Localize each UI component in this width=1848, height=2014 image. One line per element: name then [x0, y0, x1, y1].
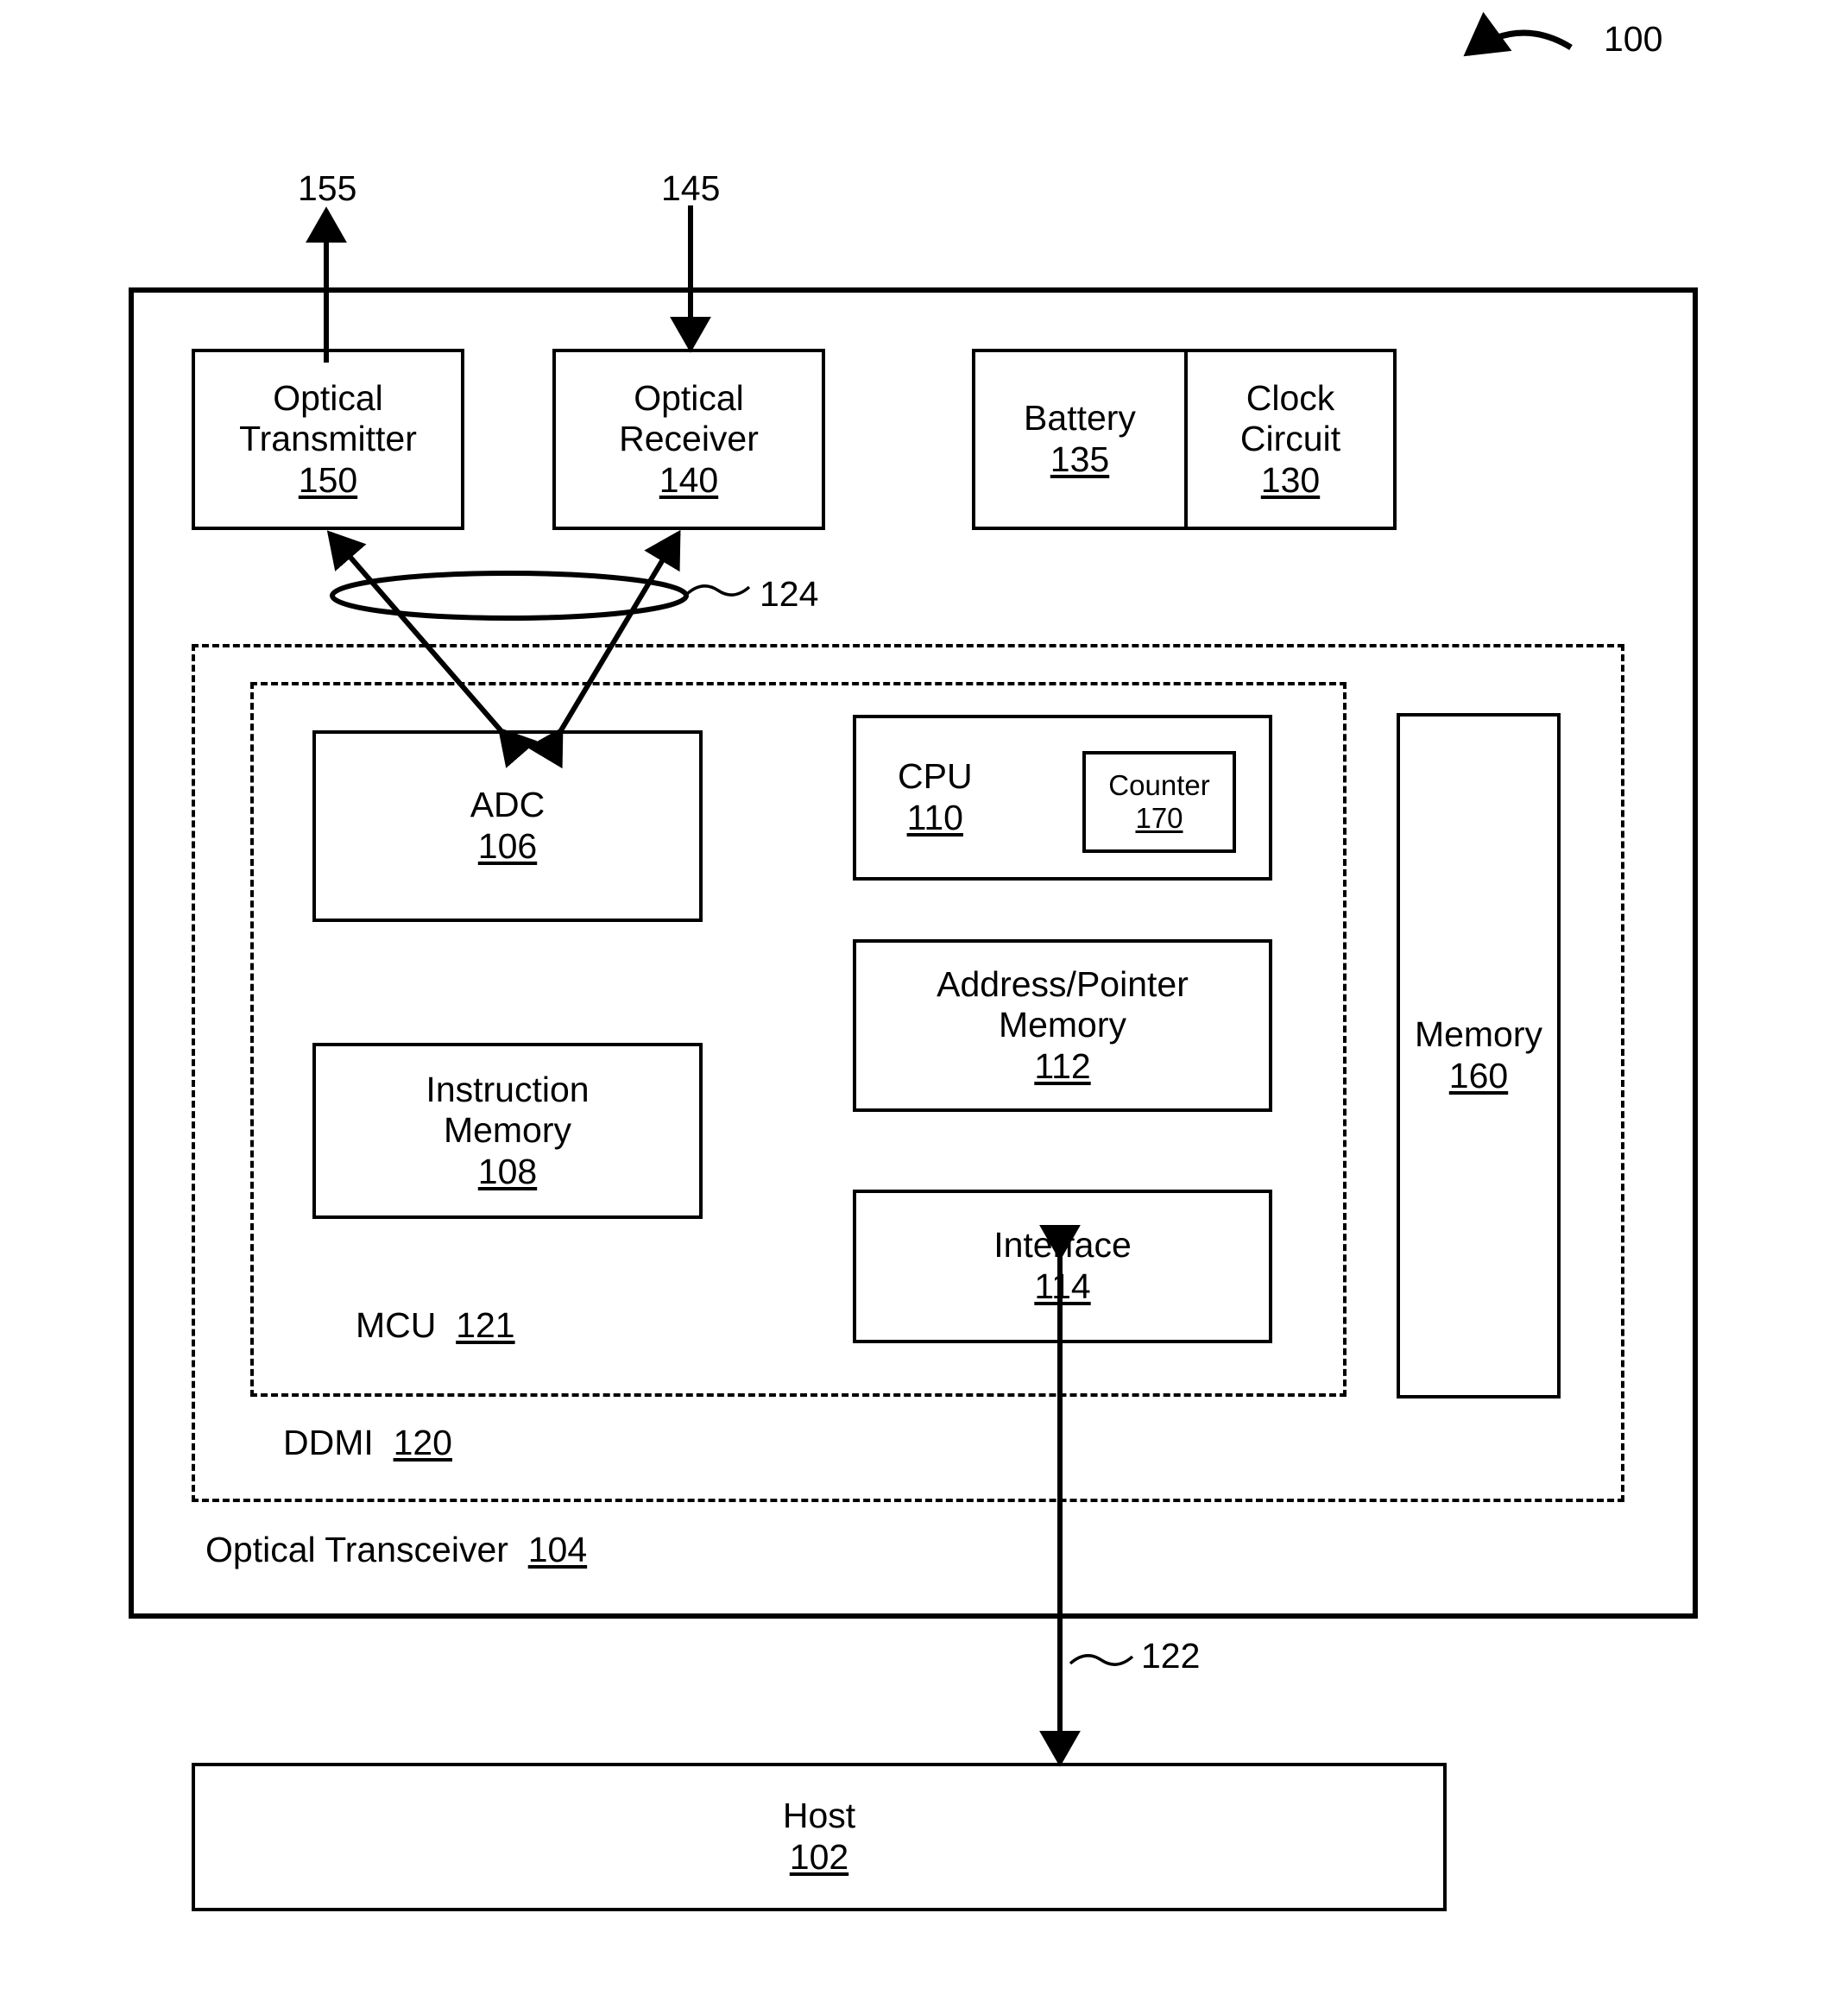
ref-122-label: 122	[1141, 1636, 1201, 1676]
address-pointer-memory-line2: Memory	[998, 1005, 1127, 1045]
address-pointer-memory-line1: Address/Pointer	[937, 963, 1189, 1004]
counter-label: Counter	[1108, 768, 1210, 801]
clock-circuit-line1: Clock	[1246, 377, 1335, 418]
cpu-label: CPU	[898, 756, 973, 797]
clock-circuit-number: 130	[1260, 459, 1321, 500]
ref-124-label: 124	[760, 574, 819, 614]
adc-label: ADC	[470, 785, 546, 825]
interface-block[interactable]: Interface 114	[853, 1190, 1272, 1343]
figure-ref-arrow	[1463, 11, 1573, 57]
address-pointer-memory-number: 112	[1034, 1045, 1091, 1086]
counter-block[interactable]: Counter 170	[1082, 751, 1236, 853]
host-number: 102	[789, 1837, 849, 1877]
figure-ref-number: 100	[1604, 19, 1663, 59]
battery-number: 135	[1050, 439, 1110, 479]
ref-124-leader	[685, 584, 751, 597]
interface-number: 114	[1034, 1266, 1091, 1306]
optical-transceiver-label: Optical Transceiver 104	[205, 1530, 587, 1570]
counter-number: 170	[1135, 802, 1183, 834]
clock-circuit-block[interactable]: Clock Circuit 130	[1184, 349, 1397, 530]
optical-transmitter-line1: Optical	[273, 377, 383, 418]
battery-label: Battery	[1024, 398, 1136, 439]
optical-transceiver-label-number: 104	[527, 1530, 588, 1569]
address-pointer-memory-block[interactable]: Address/Pointer Memory 112	[853, 939, 1272, 1112]
instruction-memory-line1: Instruction	[426, 1069, 590, 1109]
ref-122-leader	[1069, 1654, 1134, 1666]
optical-receiver-line1: Optical	[634, 377, 744, 418]
host-label: Host	[782, 1796, 856, 1836]
optical-receiver-number: 140	[659, 459, 719, 500]
optical-link-ellipse	[330, 571, 689, 621]
adc-number: 106	[477, 826, 538, 866]
instruction-memory-block[interactable]: Instruction Memory 108	[312, 1043, 703, 1219]
patent-figure: 100 155 145 124 122 MCU 121 DDMI 120 Opt…	[0, 0, 1848, 2014]
optical-transceiver-label-text: Optical Transceiver	[205, 1530, 508, 1569]
adc-block[interactable]: ADC 106	[312, 730, 703, 922]
instruction-memory-number: 108	[477, 1151, 538, 1191]
cpu-text-group: CPU 110	[898, 756, 973, 838]
optical-transmitter-number: 150	[298, 459, 358, 500]
mcu-label: MCU 121	[356, 1305, 515, 1346]
optical-receiver-block[interactable]: Optical Receiver 140	[552, 349, 825, 530]
host-block[interactable]: Host 102	[192, 1763, 1447, 1911]
ddmi-label-text: DDMI	[283, 1423, 374, 1462]
cpu-number: 110	[906, 798, 963, 837]
memory-block[interactable]: Memory 160	[1397, 713, 1561, 1398]
clock-circuit-line2: Circuit	[1239, 419, 1341, 459]
optical-transmitter-block[interactable]: Optical Transmitter 150	[192, 349, 464, 530]
instruction-memory-line2: Memory	[443, 1110, 572, 1151]
ref-155-label: 155	[298, 168, 357, 208]
battery-block[interactable]: Battery 135	[972, 349, 1188, 530]
interface-label: Interface	[993, 1225, 1132, 1266]
ref-145-label: 145	[661, 168, 721, 208]
mcu-label-text: MCU	[356, 1305, 437, 1345]
ddmi-label-number: 120	[393, 1423, 452, 1462]
optical-transmitter-line2: Transmitter	[239, 419, 417, 459]
optical-receiver-line2: Receiver	[619, 419, 759, 459]
memory-label: Memory	[1414, 1014, 1543, 1055]
memory-number: 160	[1448, 1056, 1509, 1095]
mcu-label-number: 121	[456, 1305, 515, 1345]
ddmi-label: DDMI 120	[283, 1423, 452, 1463]
cpu-block[interactable]: CPU 110 Counter 170	[853, 715, 1272, 881]
